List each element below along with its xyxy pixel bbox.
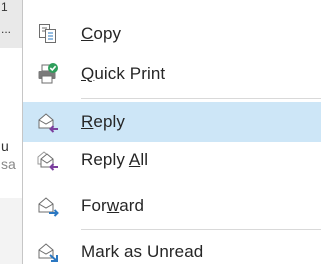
menu-item-quick-print[interactable]: Quick Print bbox=[23, 54, 321, 94]
menu-item-label: Copy bbox=[81, 24, 122, 43]
background-row-shade bbox=[0, 198, 22, 264]
menu-separator bbox=[81, 98, 321, 99]
menu-item-copy[interactable]: Copy bbox=[23, 14, 321, 54]
menu-separator bbox=[81, 229, 321, 230]
background-text: ... bbox=[1, 22, 12, 36]
screen: 1 ... u sa Copy Quick Print Reply Reply … bbox=[0, 0, 321, 264]
menu-item-forward[interactable]: Forward bbox=[23, 186, 321, 226]
mark-unread-icon bbox=[37, 241, 59, 263]
background-text: sa bbox=[1, 156, 16, 172]
quick-print-icon bbox=[37, 63, 59, 85]
reply-all-icon bbox=[37, 149, 59, 171]
menu-item-label: Reply All bbox=[81, 150, 149, 169]
background-text: u bbox=[1, 138, 9, 154]
menu-item-label: Reply bbox=[81, 112, 125, 131]
copy-icon bbox=[37, 23, 59, 45]
menu-item-label: Mark as Unread bbox=[81, 242, 204, 261]
menu-item-label: Forward bbox=[81, 196, 145, 215]
menu-item-reply-all[interactable]: Reply All bbox=[23, 140, 321, 180]
background-window: 1 ... u sa bbox=[0, 0, 22, 264]
background-text: 1 bbox=[1, 0, 8, 14]
forward-icon bbox=[37, 195, 59, 217]
context-menu: Copy Quick Print Reply Reply All Forward… bbox=[22, 0, 321, 264]
menu-item-label: Quick Print bbox=[81, 64, 166, 83]
reply-icon bbox=[37, 111, 59, 133]
menu-item-mark-as-unread[interactable]: Mark as Unread bbox=[23, 232, 321, 264]
menu-item-reply[interactable]: Reply bbox=[23, 102, 321, 142]
